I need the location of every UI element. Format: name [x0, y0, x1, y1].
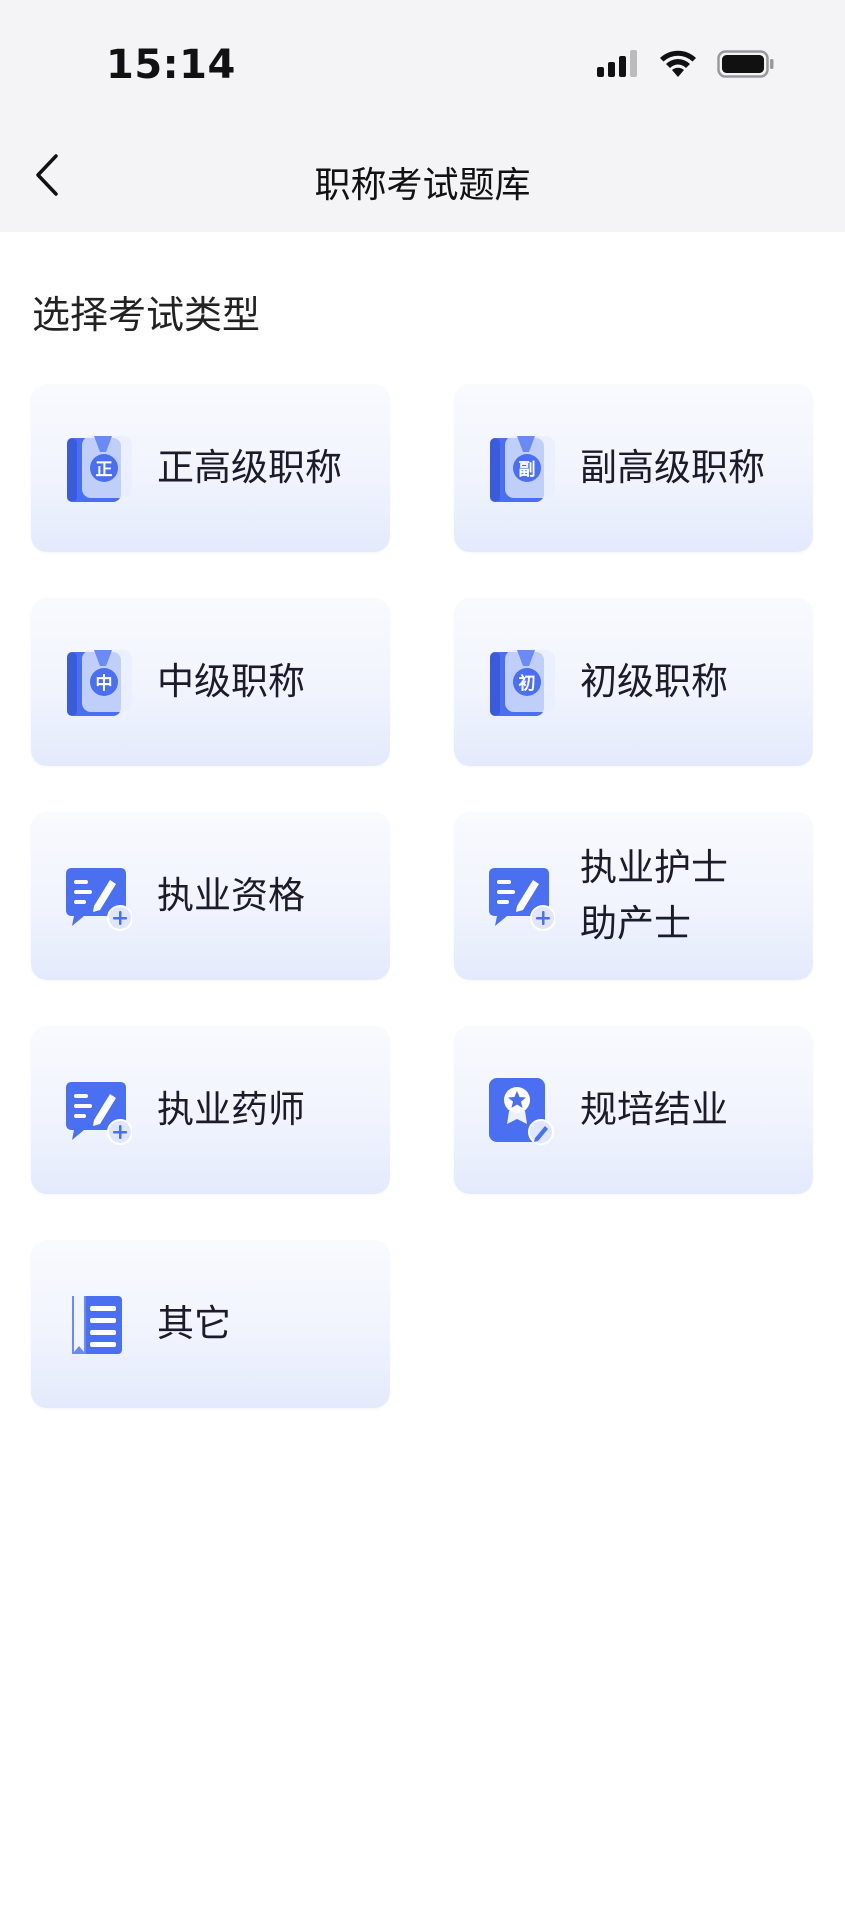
svg-text:正: 正 [96, 460, 113, 480]
category-card-zhiye-hushi[interactable]: 执业护士 助产士 [454, 812, 813, 980]
section-title: 选择考试类型 [32, 293, 261, 337]
category-card-zhiye-zige[interactable]: 执业资格 [31, 812, 390, 980]
status-bar: 15:14 [0, 0, 845, 120]
category-label: 执业资格 [157, 874, 305, 917]
nav-bar: 职称考试题库 [0, 120, 845, 232]
medal-book-icon: 正 [64, 432, 132, 504]
category-card-zhongji[interactable]: 中 中级职称 [31, 598, 390, 766]
category-label: 副高级职称 [580, 446, 765, 489]
bookmark-list-icon [64, 1288, 132, 1360]
certificate-star-icon [487, 1074, 555, 1146]
status-icons [597, 48, 775, 84]
category-card-zhenggaoji[interactable]: 正 正高级职称 [31, 384, 390, 552]
category-label: 其它 [157, 1302, 231, 1345]
category-card-guipei-jieye[interactable]: 规培结业 [454, 1026, 813, 1194]
category-card-chuji[interactable]: 初 初级职称 [454, 598, 813, 766]
edit-document-plus-icon [64, 860, 133, 932]
edit-document-plus-icon [64, 1074, 133, 1146]
category-label: 执业药师 [157, 1088, 305, 1131]
category-card-zhiye-yaoshi[interactable]: 执业药师 [31, 1026, 390, 1194]
svg-text:副: 副 [519, 460, 536, 480]
edit-document-plus-icon [487, 860, 556, 932]
page-title: 职称考试题库 [314, 165, 531, 206]
category-label: 中级职称 [157, 660, 305, 703]
medal-book-icon: 中 [64, 646, 132, 718]
svg-text:中: 中 [96, 673, 113, 694]
battery-icon [717, 49, 775, 83]
category-card-qita[interactable]: 其它 [31, 1240, 390, 1408]
cellular-signal-icon [597, 49, 639, 83]
svg-text:初: 初 [519, 673, 536, 694]
wifi-icon [659, 49, 697, 83]
medal-book-icon: 副 [487, 432, 555, 504]
category-card-fugaoji[interactable]: 副 副高级职称 [454, 384, 813, 552]
status-time: 15:14 [106, 42, 236, 88]
category-label: 初级职称 [580, 660, 728, 703]
category-label: 执业护士 助产士 [580, 846, 728, 945]
category-label: 正高级职称 [157, 446, 342, 489]
medal-book-icon: 初 [487, 646, 555, 718]
category-label: 规培结业 [580, 1088, 728, 1131]
